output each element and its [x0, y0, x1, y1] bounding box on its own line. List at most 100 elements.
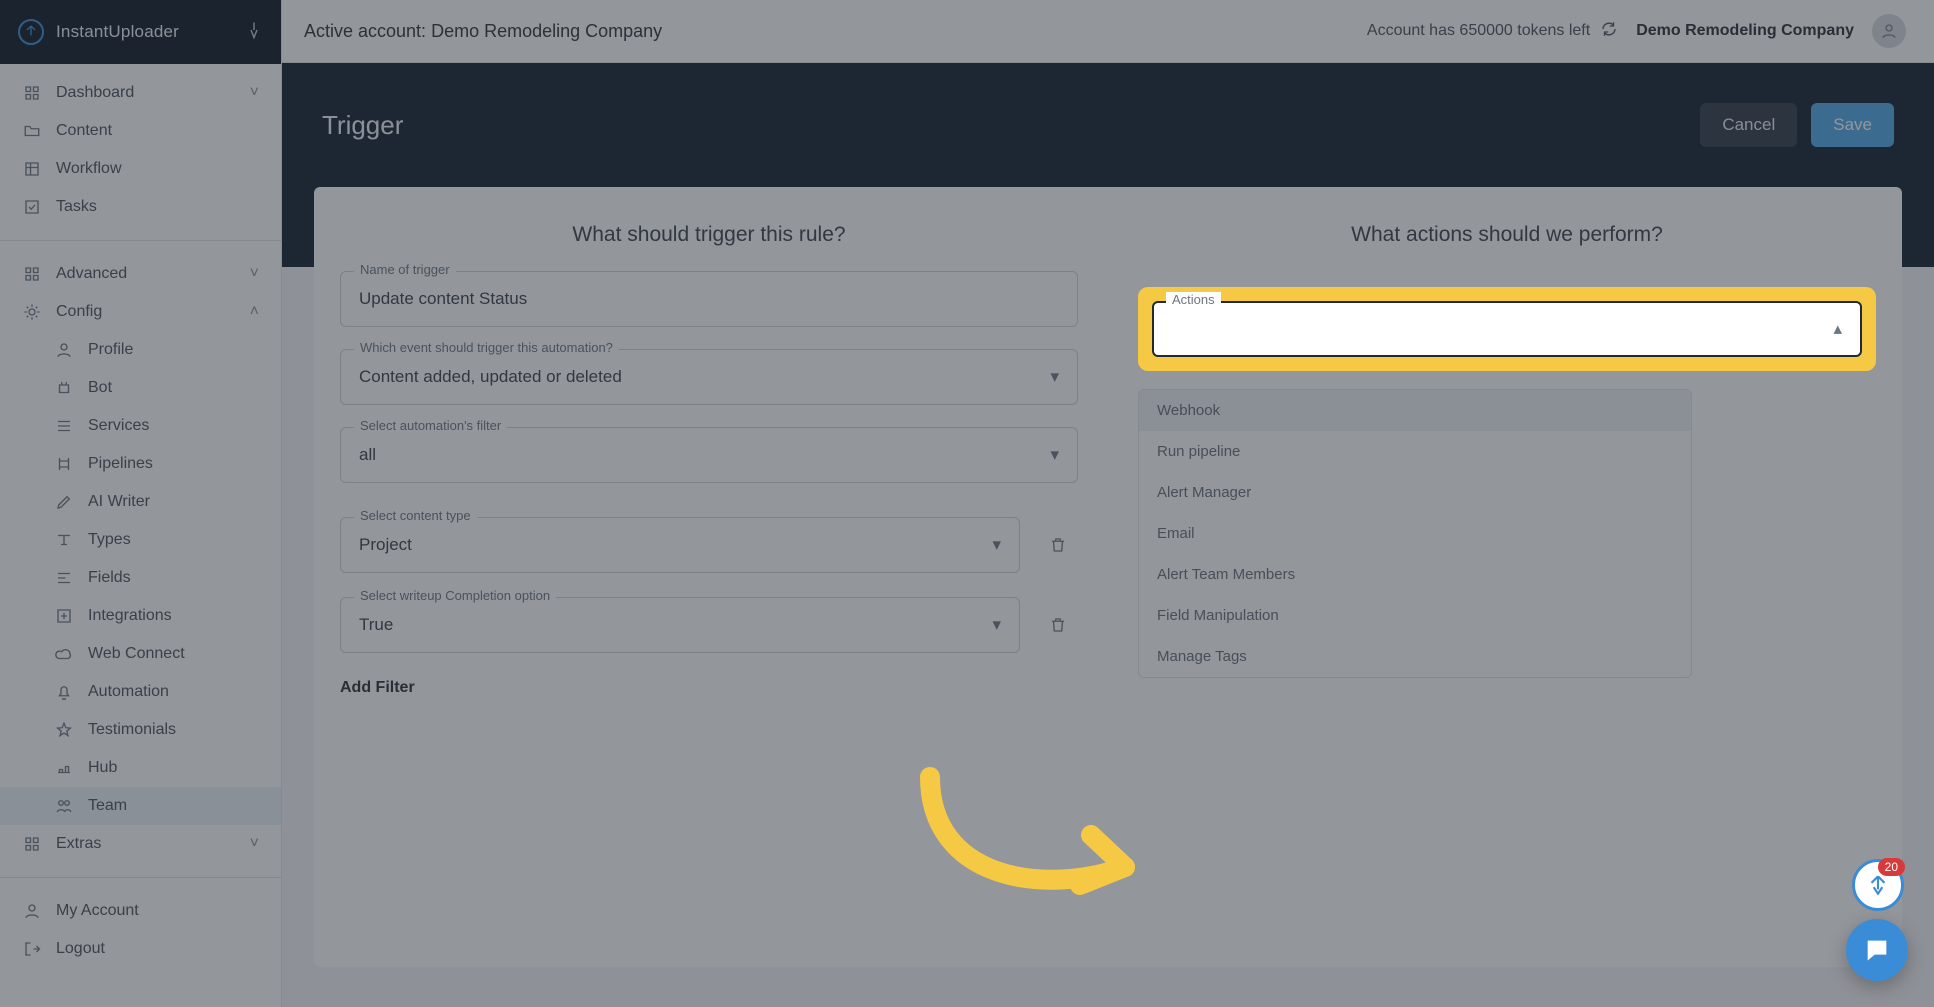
name-field[interactable]: Name of trigger Update content Status: [340, 271, 1078, 327]
nav-label: Tasks: [56, 198, 97, 216]
pin-icon[interactable]: [245, 21, 263, 44]
nav-bot[interactable]: Bot: [0, 369, 281, 407]
actions-option[interactable]: Alert Team Members: [1139, 554, 1691, 595]
chevron-down-icon: ▾: [1050, 367, 1059, 387]
nav-label: Fields: [88, 569, 131, 587]
nav-label: Pipelines: [88, 455, 153, 473]
team-icon: [54, 797, 74, 815]
chevron-down-icon: ˅: [250, 84, 259, 102]
nav-pipelines[interactable]: Pipelines: [0, 445, 281, 483]
actions-column: What actions should we perform? Actions …: [1138, 213, 1876, 697]
nav-label: Extras: [56, 835, 101, 853]
editor-panel: What should trigger this rule? Name of t…: [314, 187, 1902, 967]
trigger-column: What should trigger this rule? Name of t…: [340, 213, 1078, 697]
nav-label: Testimonials: [88, 721, 176, 739]
chat-fab[interactable]: [1846, 919, 1908, 981]
field-value: Project: [359, 535, 412, 555]
nav-logout[interactable]: Logout: [0, 930, 281, 968]
nav-label: Advanced: [56, 265, 127, 283]
field-label: Name of trigger: [354, 262, 456, 277]
add-filter-button[interactable]: Add Filter: [340, 679, 1078, 697]
nav-divider: [0, 240, 281, 241]
writeup-select[interactable]: True ▾: [340, 597, 1020, 653]
filter-select[interactable]: all ▾: [340, 427, 1078, 483]
logout-icon: [22, 940, 42, 958]
avatar[interactable]: [1872, 14, 1906, 48]
nav-hub[interactable]: Hub: [0, 749, 281, 787]
nav-automation[interactable]: Automation: [0, 673, 281, 711]
nav-fields[interactable]: Fields: [0, 559, 281, 597]
nav-label: Profile: [88, 341, 133, 359]
nav-label: AI Writer: [88, 493, 150, 511]
event-select[interactable]: Content added, updated or deleted ▾: [340, 349, 1078, 405]
field-value: Content added, updated or deleted: [359, 367, 622, 387]
delete-filter-button[interactable]: [1038, 525, 1078, 565]
sidebar-header: InstantUploader: [0, 0, 281, 64]
star-icon: [54, 721, 74, 739]
actions-dropdown-highlight: Actions ▴: [1138, 287, 1876, 371]
nav-divider: [0, 877, 281, 878]
writeup-field[interactable]: Select writeup Completion option True ▾: [340, 597, 1020, 653]
actions-option[interactable]: Field Manipulation: [1139, 595, 1691, 636]
refresh-icon[interactable]: [1600, 20, 1618, 43]
field-value: Update content Status: [359, 289, 527, 309]
actions-option[interactable]: Run pipeline: [1139, 431, 1691, 472]
nav-label: Bot: [88, 379, 112, 397]
tutorial-arrow-icon: [890, 767, 1170, 927]
nav-my-account[interactable]: My Account: [0, 892, 281, 930]
actions-option[interactable]: Email: [1139, 513, 1691, 554]
nav-content[interactable]: Content: [0, 112, 281, 150]
content-type-field[interactable]: Select content type Project ▾: [340, 517, 1020, 573]
brand-fab[interactable]: 20: [1852, 859, 1904, 911]
name-input[interactable]: Update content Status: [340, 271, 1078, 327]
nav-types[interactable]: Types: [0, 521, 281, 559]
nav-label: My Account: [56, 902, 139, 920]
field-label: Select writeup Completion option: [354, 588, 556, 603]
actions-option[interactable]: Manage Tags: [1139, 636, 1691, 677]
nav-dashboard[interactable]: Dashboard˅: [0, 74, 281, 112]
chevron-down-icon: ˅: [250, 835, 259, 853]
nav-workflow[interactable]: Workflow: [0, 150, 281, 188]
hub-icon: [54, 759, 74, 777]
gear-icon: [22, 303, 42, 321]
nav-services[interactable]: Services: [0, 407, 281, 445]
left-column-title: What should trigger this rule?: [340, 223, 1078, 247]
grid-icon: [22, 84, 42, 102]
board-icon: [22, 160, 42, 178]
chevron-down-icon: ▾: [992, 615, 1001, 635]
actions-option[interactable]: Alert Manager: [1139, 472, 1691, 513]
nav-advanced[interactable]: Advanced˅: [0, 255, 281, 293]
delete-filter-button[interactable]: [1038, 605, 1078, 645]
nav-label: Logout: [56, 940, 105, 958]
nav-ai-writer[interactable]: AI Writer: [0, 483, 281, 521]
nav-team[interactable]: Team: [0, 787, 281, 825]
nav-config[interactable]: Config˄: [0, 293, 281, 331]
filter-field[interactable]: Select automation's filter all ▾: [340, 427, 1078, 483]
nav-tasks[interactable]: Tasks: [0, 188, 281, 226]
type-icon: [54, 531, 74, 549]
nav-profile[interactable]: Profile: [0, 331, 281, 369]
robot-icon: [54, 379, 74, 397]
nav-extras[interactable]: Extras ˅: [0, 825, 281, 863]
company-name[interactable]: Demo Remodeling Company: [1636, 22, 1854, 40]
page-title: Trigger: [322, 110, 403, 141]
actions-dropdown-menu: WebhookRun pipelineAlert ManagerEmailAle…: [1138, 389, 1692, 678]
modules-icon: [22, 835, 42, 853]
pen-icon: [54, 493, 74, 511]
nav-integrations[interactable]: Integrations: [0, 597, 281, 635]
save-button[interactable]: Save: [1811, 103, 1894, 147]
actions-field[interactable]: Actions ▴: [1152, 301, 1862, 357]
field-label: Which event should trigger this automati…: [354, 340, 619, 355]
actions-option[interactable]: Webhook: [1139, 390, 1691, 431]
cancel-button[interactable]: Cancel: [1700, 103, 1797, 147]
nav-label: Team: [88, 797, 127, 815]
modules-icon: [22, 265, 42, 283]
actions-select[interactable]: ▴: [1152, 301, 1862, 357]
content-type-select[interactable]: Project ▾: [340, 517, 1020, 573]
stack-icon: [54, 417, 74, 435]
nav-testimonials[interactable]: Testimonials: [0, 711, 281, 749]
event-field[interactable]: Which event should trigger this automati…: [340, 349, 1078, 405]
brand-logo-icon: [18, 19, 44, 45]
folder-icon: [22, 122, 42, 140]
nav-web-connect[interactable]: Web Connect: [0, 635, 281, 673]
